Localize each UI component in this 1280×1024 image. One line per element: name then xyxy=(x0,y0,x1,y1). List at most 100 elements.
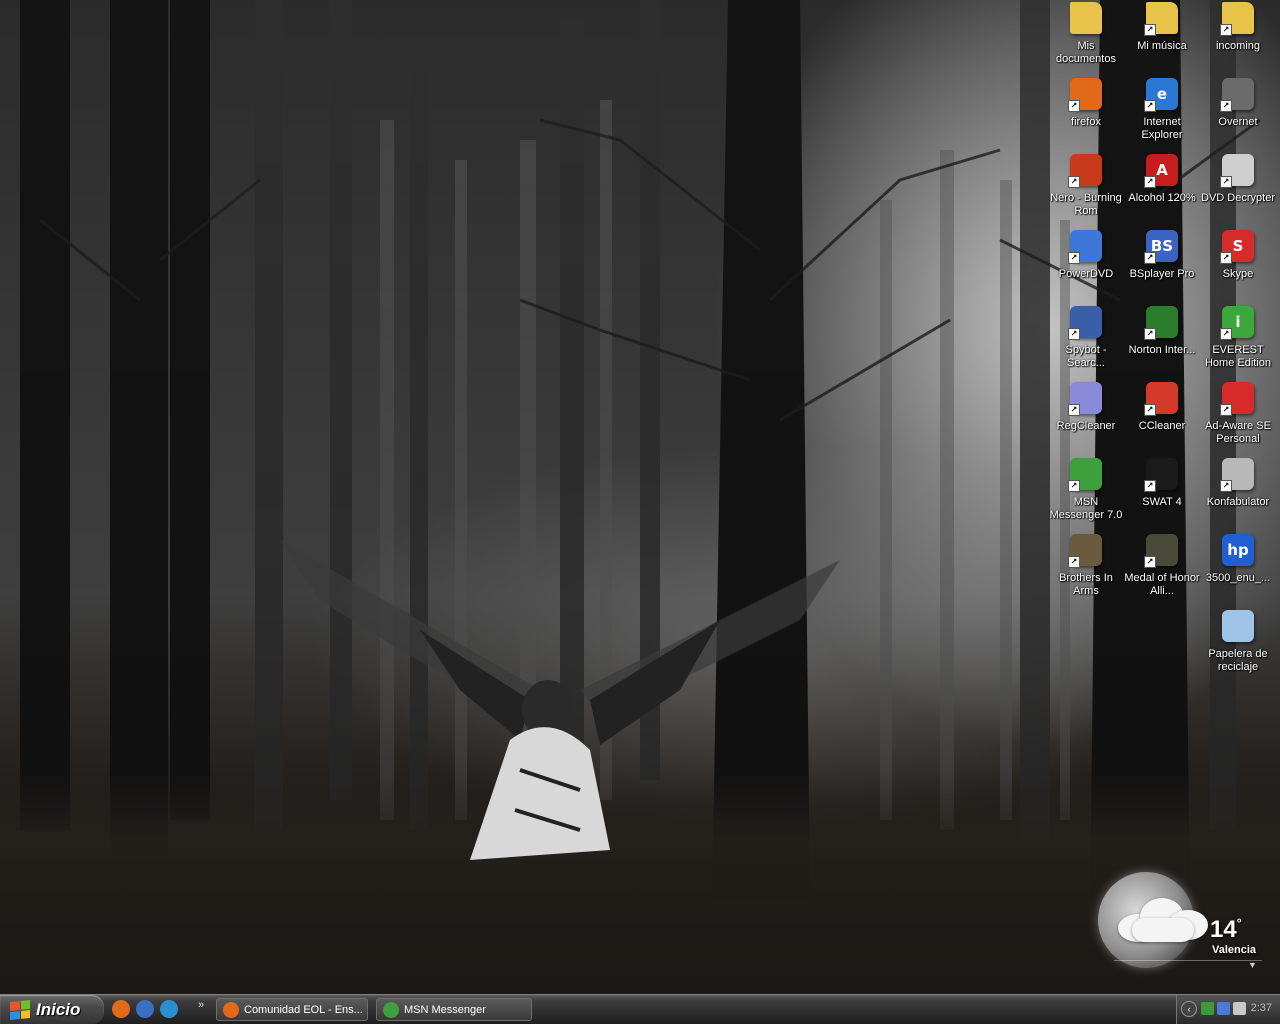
desktop-icon-label: Medal of Honor Alli... xyxy=(1124,572,1200,597)
clock[interactable]: 2:37 xyxy=(1251,1002,1272,1014)
shortcut-arrow-icon: ↗ xyxy=(1144,176,1156,188)
desktop-icon[interactable]: Papelera de reciclaje xyxy=(1200,610,1276,682)
spybot-icon: ↗ xyxy=(1068,306,1102,340)
desktop-icon[interactable]: ↗ Mi música xyxy=(1124,2,1200,74)
powerdvd-icon: ↗ xyxy=(1068,230,1102,264)
weather-city: Valencia xyxy=(1212,944,1257,956)
shortcut-arrow-icon: ↗ xyxy=(1220,24,1232,36)
quick-launch-bar xyxy=(112,1000,178,1018)
desktop-icon-label: MSN Messenger 7.0 xyxy=(1049,496,1123,521)
desktop-icon[interactable]: ↗ Overnet xyxy=(1200,78,1276,150)
task-button-msn-messenger[interactable]: MSN Messenger xyxy=(376,998,532,1021)
desktop-icon[interactable]: i ↗ EVEREST Home Edition xyxy=(1200,306,1276,378)
windows-logo-icon xyxy=(10,999,30,1020)
regcleaner-icon: ↗ xyxy=(1068,382,1102,416)
shortcut-arrow-icon: ↗ xyxy=(1144,480,1156,492)
desktop-icon-label: Nero - Burning Rom xyxy=(1050,192,1122,217)
shortcut-arrow-icon: ↗ xyxy=(1144,100,1156,112)
task-label: MSN Messenger xyxy=(404,1003,486,1016)
overnet-icon: ↗ xyxy=(1220,78,1254,112)
desktop-icon[interactable]: ↗ Konfabulator xyxy=(1200,458,1276,530)
media-player-icon[interactable] xyxy=(160,1000,178,1018)
desktop-icon[interactable]: ↗ Ad-Aware SE Personal xyxy=(1200,382,1276,454)
desktop-icon[interactable]: ↗ RegCleaner xyxy=(1048,382,1124,454)
swat4-icon: ↗ xyxy=(1144,458,1178,492)
desktop-icon[interactable]: S ↗ Skype xyxy=(1200,230,1276,302)
my-music-folder-icon: ↗ xyxy=(1144,2,1178,36)
start-label: Inicio xyxy=(36,999,81,1019)
shortcut-arrow-icon: ↗ xyxy=(1068,556,1080,568)
desktop-icon[interactable]: ↗ Spybot - Searc... xyxy=(1048,306,1124,378)
shortcut-arrow-icon: ↗ xyxy=(1144,252,1156,264)
shortcut-arrow-icon: ↗ xyxy=(1068,404,1080,416)
desktop-icon[interactable]: ↗ firefox xyxy=(1048,78,1124,150)
desktop-icon-label: BSplayer Pro xyxy=(1129,268,1195,280)
bsplayer-icon: BS ↗ xyxy=(1144,230,1178,264)
weather-divider xyxy=(1114,960,1262,961)
recycle-bin-icon xyxy=(1222,610,1254,642)
skype-icon: S ↗ xyxy=(1220,230,1254,264)
task-button-firefox[interactable]: Comunidad EOL - Ens... xyxy=(216,998,368,1021)
hp-installer-icon: hp xyxy=(1222,534,1254,566)
desktop-icon-label: Mi música xyxy=(1137,40,1187,52)
desktop-icon[interactable]: ↗ MSN Messenger 7.0 xyxy=(1048,458,1124,530)
desktop-icon-label: Overnet xyxy=(1218,116,1258,128)
desktop-icon-label: Internet Explorer xyxy=(1141,116,1183,141)
desktop-icon-label: Brothers In Arms xyxy=(1059,572,1113,597)
degree-symbol: ° xyxy=(1236,916,1242,930)
winged-angel-figure xyxy=(280,540,840,860)
shortcut-arrow-icon: ↗ xyxy=(1068,328,1080,340)
desktop-icon-label: Norton Inter... xyxy=(1128,344,1196,356)
desktop-icon[interactable]: ↗ SWAT 4 xyxy=(1124,458,1200,530)
shortcut-arrow-icon: ↗ xyxy=(1068,252,1080,264)
desktop-icon[interactable]: Mis documentos xyxy=(1048,2,1124,74)
shortcut-arrow-icon: ↗ xyxy=(1068,100,1080,112)
volume-icon[interactable] xyxy=(1233,1002,1246,1015)
desktop-icon[interactable]: ↗ Nero - Burning Rom xyxy=(1048,154,1124,226)
desktop-icon-label: SWAT 4 xyxy=(1142,496,1182,508)
desktop-icon[interactable]: ↗ PowerDVD xyxy=(1048,230,1124,302)
network-icon[interactable] xyxy=(1201,1002,1214,1015)
firefox-icon: ↗ xyxy=(1068,78,1102,112)
weather-widget[interactable]: 14° Valencia ▼ xyxy=(1098,868,1268,978)
task-label: Comunidad EOL - Ens... xyxy=(244,1003,363,1016)
desktop-icon[interactable]: BS ↗ BSplayer Pro xyxy=(1124,230,1200,302)
everest-info-icon: i ↗ xyxy=(1220,306,1254,340)
desktop-icon[interactable]: A ↗ Alcohol 120% xyxy=(1124,154,1200,226)
desktop-icon[interactable]: ↗ DVD Decrypter xyxy=(1200,154,1276,226)
desktop-icon[interactable]: ↗ Brothers In Arms xyxy=(1048,534,1124,606)
msn-tray-icon[interactable] xyxy=(1217,1002,1230,1015)
norton-globe-icon: ↗ xyxy=(1144,306,1178,340)
shortcut-arrow-icon: ↗ xyxy=(1220,480,1232,492)
desktop-icon[interactable]: ↗ CCleaner xyxy=(1124,382,1200,454)
tray-expand-button[interactable]: ‹ xyxy=(1181,1001,1197,1017)
brothers-in-arms-icon: ↗ xyxy=(1068,534,1102,568)
desktop-icon[interactable]: hp 3500_enu_... xyxy=(1200,534,1276,606)
firefox-icon[interactable] xyxy=(112,1000,130,1018)
shortcut-arrow-icon: ↗ xyxy=(1220,252,1232,264)
desktop-icon-label: Ad-Aware SE Personal xyxy=(1205,420,1271,445)
start-button[interactable]: Inicio xyxy=(0,995,104,1024)
firefox-icon xyxy=(223,1001,239,1018)
desktop-icon-label: DVD Decrypter xyxy=(1201,192,1275,204)
system-tray: ‹ 2:37 xyxy=(1176,995,1280,1024)
shortcut-arrow-icon: ↗ xyxy=(1068,480,1080,492)
desktop-icon[interactable]: ↗ incoming xyxy=(1200,2,1276,74)
shortcut-arrow-icon: ↗ xyxy=(1220,404,1232,416)
medal-of-honor-icon: ↗ xyxy=(1144,534,1178,568)
desktop-icon-label: Konfabulator xyxy=(1206,496,1270,508)
weather-expand-arrow-icon[interactable]: ▼ xyxy=(1248,960,1257,970)
shortcut-arrow-icon: ↗ xyxy=(1144,328,1156,340)
desktop-icon[interactable]: e ↗ Internet Explorer xyxy=(1124,78,1200,150)
show-desktop-icon[interactable] xyxy=(136,1000,154,1018)
konfabulator-icon: ↗ xyxy=(1220,458,1254,492)
desktop-icon-label: incoming xyxy=(1215,40,1261,52)
desktop-icon[interactable]: ↗ Medal of Honor Alli... xyxy=(1124,534,1200,606)
msn-messenger-icon xyxy=(383,1001,399,1018)
dvd-decrypter-icon: ↗ xyxy=(1220,154,1254,188)
quick-launch-more[interactable]: » xyxy=(198,999,204,1011)
alcohol-120-icon: A ↗ xyxy=(1144,154,1178,188)
desktop-icon[interactable]: ↗ Norton Inter... xyxy=(1124,306,1200,378)
weather-temperature: 14° xyxy=(1210,916,1242,943)
cloud-icon xyxy=(1118,898,1208,942)
